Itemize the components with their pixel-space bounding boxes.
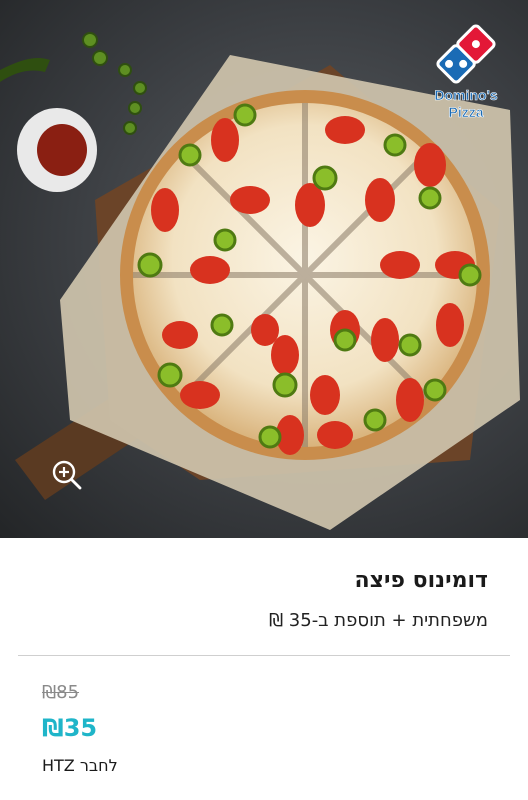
club-member-label: לחבר HTZ: [42, 756, 118, 775]
logo-text-line2: Pizza: [448, 104, 483, 120]
dominos-logo: Domino's Pizza: [426, 16, 506, 126]
product-subtitle: משפחתית + תוספת ב-35 ₪: [268, 610, 488, 631]
product-details: דומינוס פיצה משפחתית + תוספת ב-35 ₪ ₪85 …: [0, 538, 528, 800]
logo-text-line1: Domino's: [434, 87, 497, 103]
divider: [18, 655, 510, 656]
zoom-in-icon[interactable]: [50, 458, 84, 492]
sale-price: ₪35: [42, 714, 98, 742]
product-image[interactable]: Domino's Pizza: [0, 0, 528, 538]
product-title: דומינוס פיצה: [354, 568, 488, 593]
original-price: ₪85: [42, 682, 80, 703]
